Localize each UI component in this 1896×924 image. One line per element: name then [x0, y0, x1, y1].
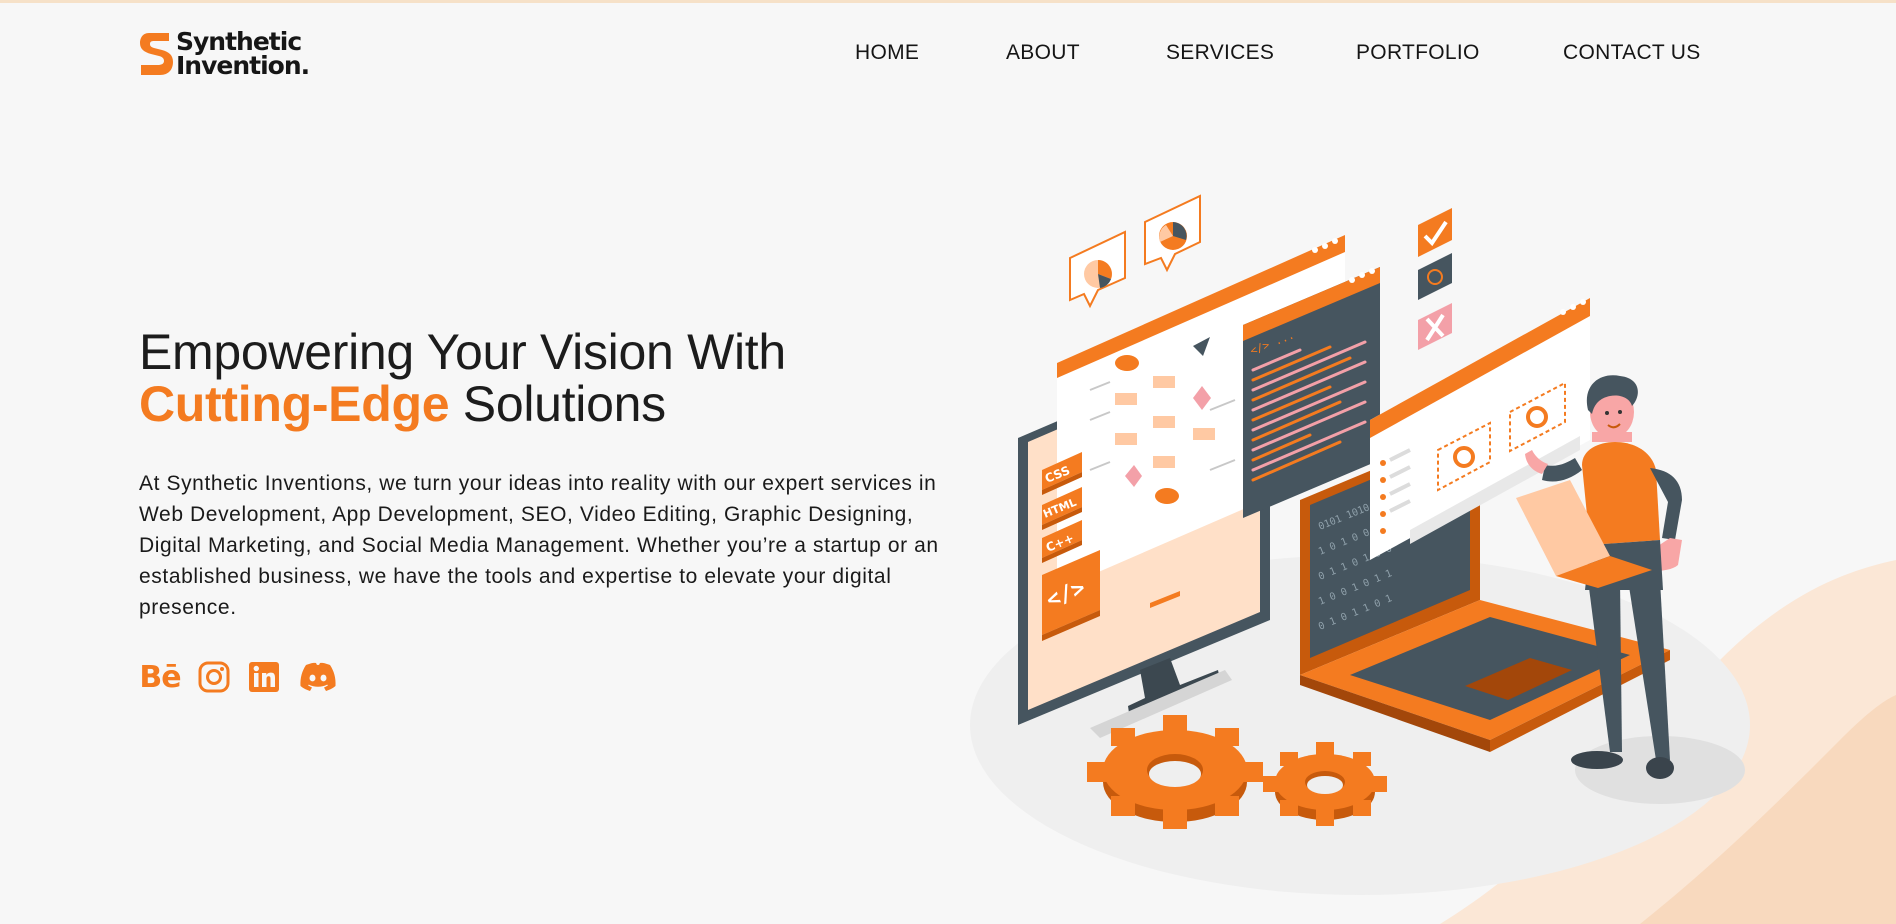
- behance-icon[interactable]: Bē: [139, 660, 181, 695]
- hero-title-rest: Solutions: [449, 376, 666, 432]
- main-nav: HOME ABOUT SERVICES PORTFOLIO CONTACT US: [0, 41, 1896, 71]
- hero-title: Empowering Your Vision With Cutting-Edge…: [139, 326, 786, 430]
- nav-contact-us[interactable]: CONTACT US: [1563, 41, 1701, 65]
- instagram-icon[interactable]: [197, 660, 231, 694]
- social-links: Bē: [139, 660, 355, 695]
- pie-bubbles: [1069, 194, 1201, 309]
- hero-title-accent: Cutting-Edge: [139, 376, 450, 432]
- hero-title-line1: Empowering Your Vision With: [139, 324, 786, 380]
- nav-home[interactable]: HOME: [855, 41, 919, 65]
- nav-about[interactable]: ABOUT: [1006, 41, 1080, 65]
- status-icons: [1418, 208, 1452, 350]
- hero-description: At Synthetic Inventions, we turn your id…: [139, 472, 939, 619]
- nav-portfolio[interactable]: PORTFOLIO: [1356, 41, 1480, 65]
- linkedin-icon[interactable]: [247, 660, 281, 694]
- nav-services[interactable]: SERVICES: [1166, 41, 1274, 65]
- discord-icon[interactable]: [297, 660, 339, 694]
- hero-illustration: CSS HTML C++ </> </> ... 0101 1010 01 1 …: [970, 194, 1750, 895]
